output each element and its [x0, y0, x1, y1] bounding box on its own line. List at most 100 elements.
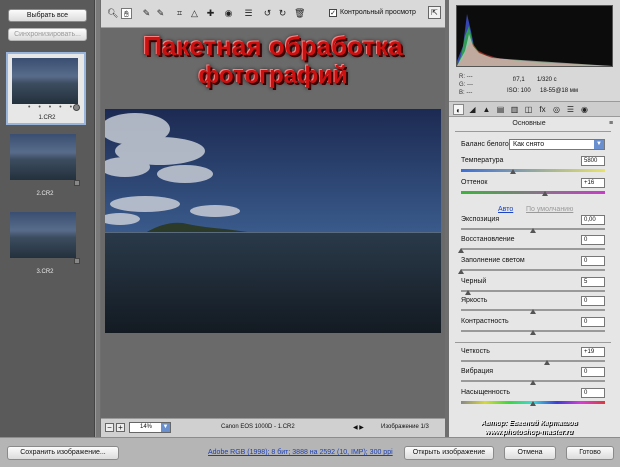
filmstrip-splitter[interactable]	[95, 0, 100, 437]
panel-tabs: ◐ ◢ ▲ ▤ ▥ ◫ fx ◎ ☰ ◉	[449, 101, 620, 117]
white-balance-icon[interactable]: ✎	[141, 8, 152, 19]
brightness-slider-handle[interactable]	[530, 309, 536, 314]
status-bar: − + 14% ▼ Canon EOS 1000D - 1.CR2 ◀ ▶ Из…	[101, 418, 445, 437]
vibrance-slider-handle[interactable]	[530, 380, 536, 385]
tab-lens[interactable]: ◫	[523, 104, 534, 115]
fill-light-value-input[interactable]: 0	[581, 256, 605, 266]
save-image-button[interactable]: Сохранить изображение...	[7, 446, 119, 460]
blacks-label: Черный	[461, 278, 487, 285]
preview-checkbox[interactable]: ✓	[329, 9, 337, 17]
divider	[455, 342, 611, 343]
temperature-slider-handle[interactable]	[510, 169, 516, 174]
image-preview[interactable]: Пакетная обработка фотографий	[101, 28, 445, 418]
edited-badge-icon	[73, 104, 80, 111]
settings-badge-icon	[74, 258, 80, 264]
thumbnail-image	[10, 212, 76, 258]
rating-stars[interactable]: • • • • •	[28, 104, 75, 111]
tab-tone-curve[interactable]: ◢	[467, 104, 478, 115]
image-navigation[interactable]: ◀ ▶	[353, 424, 364, 431]
filmstrip: Выбрать все Синхронизировать... • • • • …	[0, 0, 95, 437]
zoom-in-button[interactable]: +	[116, 423, 125, 432]
thumbnail-2[interactable]: 2.CR2	[6, 132, 86, 204]
tab-camera-calibration[interactable]: ◎	[551, 104, 562, 115]
tint-slider-handle[interactable]	[542, 191, 548, 196]
fill-light-label: Заполнение светом	[461, 257, 525, 264]
retouch-icon[interactable]: ✚	[205, 8, 216, 19]
zoom-out-button[interactable]: −	[105, 423, 114, 432]
synchronize-button[interactable]: Синхронизировать...	[8, 28, 87, 41]
thumbnail-label: 2.CR2	[36, 191, 54, 197]
tab-detail[interactable]: ▲	[481, 104, 492, 115]
fill-light-slider-handle[interactable]	[458, 269, 464, 274]
rotate-left-icon[interactable]: ↺	[262, 8, 273, 19]
done-button[interactable]: Готово	[566, 446, 614, 460]
tab-split-toning[interactable]: ▥	[509, 104, 520, 115]
blacks-slider-handle[interactable]	[465, 290, 471, 295]
exposure-slider-handle[interactable]	[530, 228, 536, 233]
tint-value-input[interactable]: +16	[581, 178, 605, 188]
saturation-value-input[interactable]: 0	[581, 388, 605, 398]
overlay-title-line2: фотографий	[198, 62, 348, 89]
clarity-slider-track[interactable]	[461, 360, 605, 362]
overlay-title-line1: Пакетная обработка	[143, 31, 403, 61]
workflow-options-link[interactable]: Adobe RGB (1998); 8 бит; 3888 на 2592 (1…	[208, 449, 393, 456]
tint-label: Оттенок	[461, 179, 488, 186]
thumbnail-image	[12, 58, 78, 104]
thumbnail-3[interactable]: 3.CR2	[6, 210, 86, 282]
vibrance-value-input[interactable]: 0	[581, 367, 605, 377]
zoom-icon[interactable]: 🔍︎	[107, 8, 118, 19]
open-image-button[interactable]: Открыть изображение	[404, 446, 494, 460]
aperture-value: f/7,1	[513, 77, 525, 83]
chevron-down-icon[interactable]: ▼	[594, 140, 604, 149]
vibrance-label: Вибрация	[461, 368, 494, 375]
tab-hsl[interactable]: ▤	[495, 104, 506, 115]
thumbnail-image	[10, 134, 76, 180]
trash-icon[interactable]: 🗑︎	[294, 8, 305, 19]
default-link[interactable]: По умолчанию	[526, 206, 573, 213]
white-balance-value: Как снято	[513, 141, 545, 148]
cancel-button[interactable]: Отмена	[504, 446, 556, 460]
brightness-value-input[interactable]: 0	[581, 296, 605, 306]
rotate-right-icon[interactable]: ↻	[277, 8, 288, 19]
recovery-slider-track[interactable]	[461, 248, 605, 250]
red-eye-icon[interactable]: ◉	[223, 8, 234, 19]
iso-value: ISO: 100	[507, 88, 531, 94]
panel-menu-icon[interactable]: ≡	[609, 120, 613, 127]
tint-slider-track[interactable]	[461, 191, 605, 194]
zoom-select[interactable]: 14% ▼	[129, 422, 171, 433]
image-count: Изображение 1/3	[381, 424, 429, 430]
tab-basic[interactable]: ◐	[453, 104, 464, 115]
blacks-value-input[interactable]: 5	[581, 277, 605, 287]
exposure-value-input[interactable]: 0,00	[581, 215, 605, 225]
white-balance-select[interactable]: Как снято ▼	[509, 139, 605, 150]
clarity-slider-handle[interactable]	[544, 360, 550, 365]
contrast-slider-handle[interactable]	[530, 330, 536, 335]
color-sampler-icon[interactable]: ✎	[155, 8, 166, 19]
preview-label: Контрольный просмотр	[340, 9, 416, 16]
chevron-down-icon[interactable]: ▼	[161, 423, 170, 432]
temperature-value-input[interactable]: 5800	[581, 156, 605, 166]
fullscreen-icon[interactable]: ⇱	[428, 6, 441, 19]
divider	[455, 131, 611, 132]
fill-light-slider-track[interactable]	[461, 269, 605, 271]
tab-effects[interactable]: fx	[537, 104, 548, 115]
tab-snapshots[interactable]: ◉	[579, 104, 590, 115]
straighten-icon[interactable]: △	[189, 8, 200, 19]
thumbnail-label: 3.CR2	[36, 269, 54, 275]
clarity-value-input[interactable]: +19	[581, 347, 605, 357]
preferences-icon[interactable]: ☰	[243, 8, 254, 19]
thumbnail-1[interactable]: • • • • • 1.CR2	[6, 52, 86, 125]
contrast-value-input[interactable]: 0	[581, 317, 605, 327]
temperature-slider-track[interactable]	[461, 169, 605, 172]
select-all-button[interactable]: Выбрать все	[8, 9, 87, 22]
hand-icon[interactable]: ✋︎	[121, 8, 132, 19]
recovery-value-input[interactable]: 0	[581, 235, 605, 245]
tab-presets[interactable]: ☰	[565, 104, 576, 115]
crop-icon[interactable]: ⌗	[174, 8, 185, 19]
temperature-label: Температура	[461, 157, 504, 164]
blacks-slider-track[interactable]	[461, 290, 605, 292]
auto-link[interactable]: Авто	[498, 206, 513, 213]
white-balance-label: Баланс белого:	[461, 141, 511, 148]
recovery-slider-handle[interactable]	[458, 248, 464, 253]
saturation-slider-handle[interactable]	[530, 401, 536, 406]
